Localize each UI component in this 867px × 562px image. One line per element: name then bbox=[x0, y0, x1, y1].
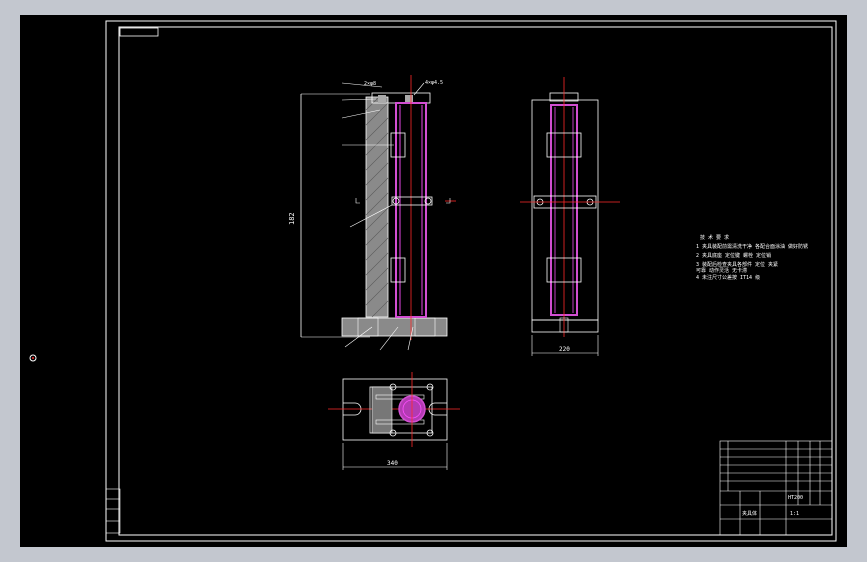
note-line-5: 4 未注尺寸公差按 IT14 级 bbox=[696, 274, 760, 281]
top-view: 340 bbox=[328, 372, 460, 470]
drawing-code-box bbox=[119, 27, 159, 37]
leader-label-top-left: 2×φ8 bbox=[364, 81, 376, 87]
dimension-height: 182 bbox=[288, 212, 296, 225]
note-line-3: 3 装配后检查夹具各部件 定位 夹紧 bbox=[696, 261, 778, 268]
cad-drawing: 182 2×φ8 4×φ4.5 220 340 技 术 要 求 1 夹具装配前需… bbox=[29, 20, 837, 542]
title-block-main: 夹具体 bbox=[742, 510, 757, 517]
sheet-outer-border bbox=[105, 20, 837, 542]
technical-notes: 技 术 要 求 1 夹具装配前需清洗干净 各配合面涂油 做好防锈 2 夹具底座 … bbox=[696, 234, 808, 281]
crosshair-icon bbox=[29, 354, 37, 362]
title-block-material: HT200 bbox=[788, 495, 803, 501]
left-stamp-block bbox=[105, 488, 121, 534]
title-block bbox=[719, 440, 833, 536]
dimension-side-width: 220 bbox=[559, 346, 570, 353]
side-view: 220 bbox=[520, 77, 620, 356]
sheet-inner-border bbox=[118, 26, 833, 536]
cad-viewport[interactable]: 182 2×φ8 4×φ4.5 220 340 技 术 要 求 1 夹具装配前需… bbox=[20, 15, 847, 547]
title-block-scale: 1:1 bbox=[790, 511, 799, 517]
note-line-2: 2 夹具底座 定位键 螺栓 定位销 bbox=[696, 252, 771, 259]
note-line-1: 1 夹具装配前需清洗干净 各配合面涂油 做好防锈 bbox=[696, 243, 808, 250]
note-line-4: 可靠 动作灵活 无卡滞 bbox=[696, 267, 747, 274]
note-line-0: 技 术 要 求 bbox=[700, 234, 729, 241]
dimension-top-width: 340 bbox=[387, 460, 398, 467]
front-section-view: 182 2×φ8 4×φ4.5 bbox=[288, 75, 456, 351]
leader-label-top-right: 4×φ4.5 bbox=[425, 80, 443, 86]
